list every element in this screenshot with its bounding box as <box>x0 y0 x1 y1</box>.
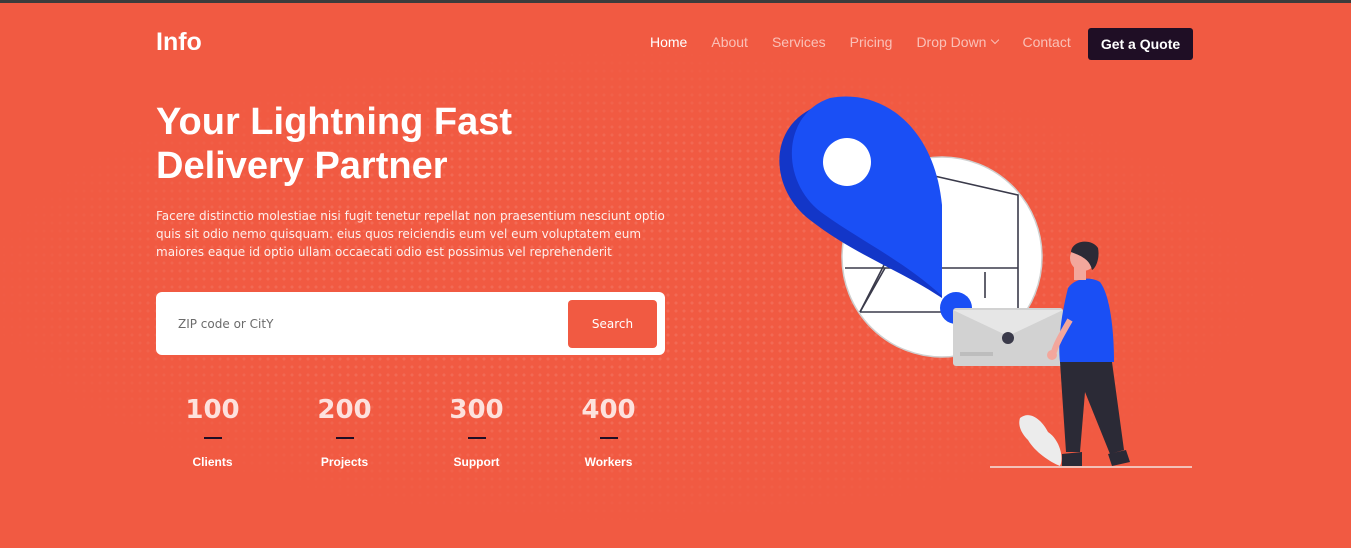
site-header: Info Home About Services Pricing Drop Do… <box>0 3 1351 83</box>
stats-row: 100 Clients 200 Projects 300 Support 400… <box>160 395 688 469</box>
zip-city-input[interactable] <box>178 312 558 336</box>
nav-home-label: Home <box>650 34 688 50</box>
stat-label: Clients <box>192 455 233 469</box>
hero-description: Facere distinctio molestiae nisi fugit t… <box>156 209 665 259</box>
delivery-person <box>1047 241 1130 466</box>
get-a-quote-button[interactable]: Get a Quote <box>1088 28 1193 60</box>
stat-divider <box>599 437 618 439</box>
stat-value: 100 <box>185 395 240 425</box>
nav-dropdown[interactable]: Drop Down <box>916 34 1000 50</box>
plant-leaf <box>1019 415 1062 466</box>
nav-contact[interactable]: Contact <box>1022 34 1070 50</box>
nav-home[interactable]: Home <box>650 34 687 50</box>
site-logo[interactable]: Info <box>156 28 202 57</box>
stat-value: 400 <box>581 395 636 425</box>
stat-label: Support <box>453 455 500 469</box>
stat-clients: 100 Clients <box>160 395 292 469</box>
package-box <box>953 308 1063 366</box>
search-button[interactable]: Search <box>568 300 657 348</box>
search-form: Search <box>156 292 665 355</box>
delivery-illustration <box>779 96 1192 468</box>
chevron-down-icon <box>991 35 1000 45</box>
hero-title-line-1: Your Lightning Fast <box>156 101 513 143</box>
stat-label: Workers <box>584 455 633 469</box>
stat-value: 200 <box>317 395 372 425</box>
stat-divider <box>335 437 354 439</box>
nav-services[interactable]: Services <box>772 34 826 50</box>
hero-title-line-2: Delivery Partner <box>156 145 448 187</box>
nav-pricing[interactable]: Pricing <box>850 34 893 50</box>
stat-divider <box>467 437 486 439</box>
main-nav: Home About Services Pricing Drop Down Co… <box>650 34 1095 50</box>
nav-about[interactable]: About <box>711 34 748 50</box>
stat-label: Projects <box>320 455 369 469</box>
nav-pricing-label: Pricing <box>849 34 893 50</box>
nav-about-label: About <box>711 34 748 50</box>
hero-title: Your Lightning Fast Delivery Partner <box>156 100 596 188</box>
nav-dropdown-label: Drop Down <box>916 34 987 50</box>
nav-services-label: Services <box>771 34 826 50</box>
stat-support: 300 Support <box>424 395 556 469</box>
stat-value: 300 <box>449 395 504 425</box>
nav-contact-label: Contact <box>1022 34 1071 50</box>
stat-projects: 200 Projects <box>292 395 424 469</box>
stat-divider <box>203 437 222 439</box>
stat-workers: 400 Workers <box>556 395 688 469</box>
